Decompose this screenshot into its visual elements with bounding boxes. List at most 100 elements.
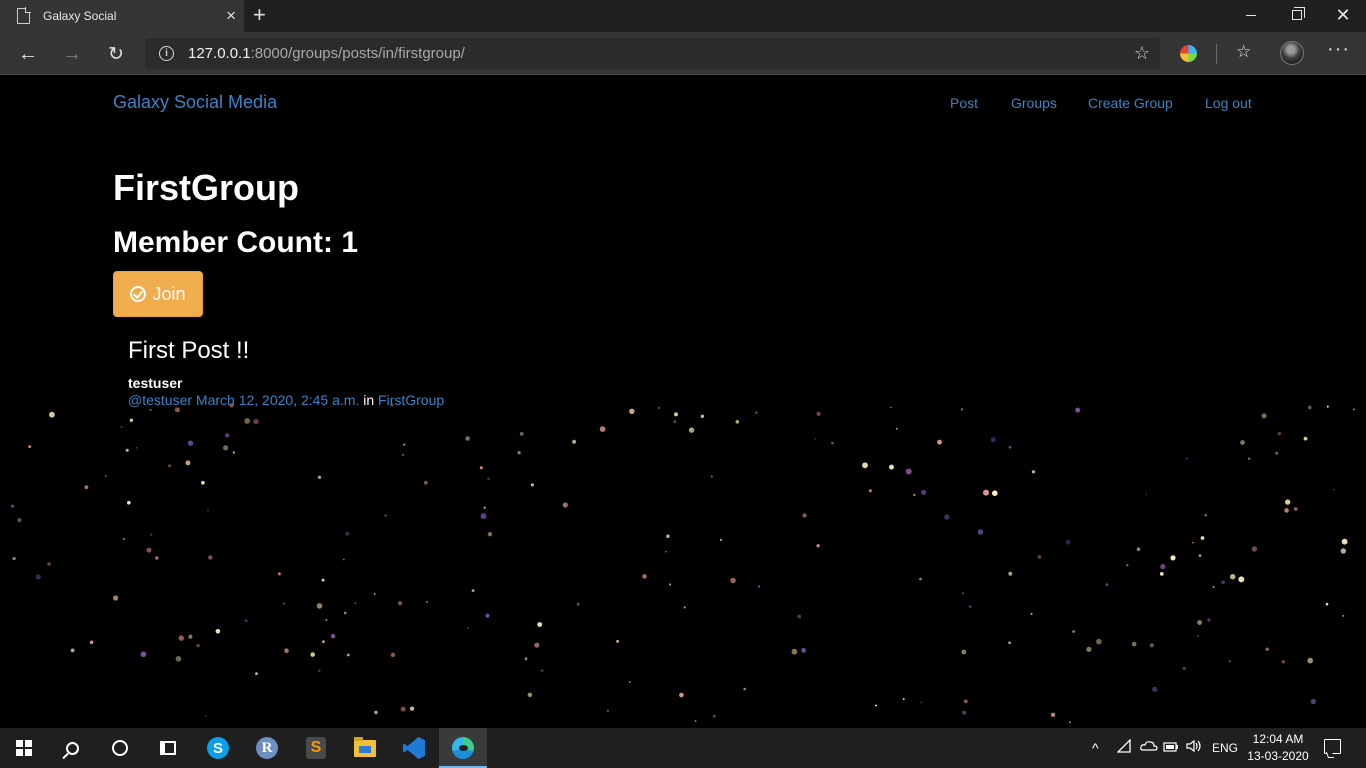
favorites-icon[interactable]: ☆	[1236, 42, 1251, 62]
star-dot	[1131, 641, 1137, 647]
star-dot	[791, 648, 798, 655]
navbar-brand-link[interactable]: Galaxy Social Media	[113, 92, 277, 113]
star-dot	[49, 411, 55, 418]
taskbar-r[interactable]: R	[243, 728, 291, 768]
post-group-link[interactable]: FirstGroup	[378, 392, 444, 408]
search-icon	[65, 741, 79, 755]
star-dot	[1182, 666, 1186, 671]
group-title: FirstGroup	[113, 167, 299, 208]
star-dot	[196, 644, 200, 648]
star-dot	[757, 585, 761, 588]
nav-link-post[interactable]: Post	[950, 95, 978, 111]
star-dot	[135, 447, 138, 449]
star-dot	[754, 411, 758, 415]
star-dot	[168, 464, 172, 468]
nav-link-groups[interactable]: Groups	[1011, 95, 1057, 111]
cortana-button[interactable]	[96, 728, 144, 768]
extension-icon[interactable]	[1180, 45, 1197, 62]
nav-link-create-group[interactable]: Create Group	[1088, 95, 1173, 111]
star-dot	[120, 425, 123, 429]
taskbar-file-explorer[interactable]	[341, 728, 389, 768]
star-dot	[35, 574, 41, 580]
star-dot	[244, 418, 251, 424]
r-app-icon: R	[256, 737, 278, 759]
star-dot	[321, 578, 325, 582]
url-host: 127.0.0.1	[188, 45, 251, 62]
star-dot	[223, 445, 229, 451]
wifi-icon[interactable]	[1116, 738, 1133, 756]
star-dot	[318, 669, 321, 672]
star-dot	[1284, 508, 1289, 513]
taskbar-sublime[interactable]: S	[292, 728, 340, 768]
star-dot	[679, 692, 684, 698]
star-dot	[712, 714, 716, 718]
post-timestamp-link[interactable]: March 12, 2020, 2:45 a.m.	[196, 392, 359, 408]
star-dot	[1050, 712, 1056, 717]
star-dot	[921, 489, 927, 495]
start-button[interactable]	[0, 728, 48, 768]
more-menu-icon[interactable]: ···	[1327, 38, 1350, 61]
tab-title: Galaxy Social	[43, 9, 117, 23]
bookmark-star-icon[interactable]: ☆	[1134, 43, 1150, 64]
post-author-handle-link[interactable]: @testuser	[128, 392, 192, 408]
star-dot	[1212, 585, 1215, 588]
star-dot	[343, 611, 347, 615]
forward-arrow-icon[interactable]: →	[58, 40, 86, 68]
action-center-icon[interactable]	[1324, 739, 1341, 754]
star-dot	[743, 687, 746, 691]
minimize-button[interactable]	[1228, 0, 1274, 30]
star-dot	[1353, 408, 1355, 411]
star-dot	[1037, 555, 1042, 559]
star-dot	[149, 408, 152, 412]
join-group-button[interactable]: Join	[113, 271, 203, 317]
star-dot	[316, 603, 323, 609]
address-bar[interactable]: i 127.0.0.1:8000/groups/posts/in/firstgr…	[145, 38, 1160, 69]
new-tab-icon[interactable]: +	[253, 2, 266, 28]
star-dot	[185, 460, 191, 466]
battery-icon[interactable]	[1163, 739, 1179, 756]
restore-button[interactable]	[1274, 0, 1320, 30]
star-dot	[1293, 507, 1298, 511]
star-dot	[1072, 630, 1075, 633]
star-dot	[572, 439, 577, 444]
star-dot	[70, 648, 75, 653]
reload-icon[interactable]: ↻	[102, 40, 130, 68]
task-view-button[interactable]	[144, 728, 192, 768]
star-dot	[962, 592, 964, 595]
star-dot	[710, 475, 713, 478]
star-dot	[1008, 641, 1011, 644]
star-dot	[606, 709, 610, 712]
star-dot	[1160, 564, 1166, 570]
search-button[interactable]	[48, 728, 96, 768]
star-dot	[576, 602, 580, 606]
onedrive-sync-icon[interactable]	[1140, 739, 1158, 756]
browser-tab[interactable]: Galaxy Social ×	[0, 0, 244, 32]
star-dot	[868, 489, 872, 493]
star-dot	[1068, 721, 1071, 724]
tray-chevron-icon[interactable]: ^	[1092, 740, 1099, 756]
star-dot	[400, 706, 406, 712]
taskbar-skype[interactable]: S	[194, 728, 242, 768]
profile-avatar[interactable]	[1280, 41, 1304, 65]
input-language-indicator[interactable]: ENG	[1212, 741, 1238, 755]
taskbar-vscode[interactable]	[390, 728, 438, 768]
star-dot	[1186, 457, 1188, 460]
window-close-button[interactable]: ✕	[1320, 0, 1366, 30]
back-arrow-icon[interactable]: ←	[14, 40, 42, 68]
star-dot	[963, 699, 968, 704]
star-dot	[140, 651, 147, 658]
taskbar-edge[interactable]	[439, 728, 487, 768]
taskbar-clock[interactable]: 12:04 AM 13-03-2020	[1246, 731, 1310, 765]
star-dot	[127, 500, 131, 505]
star-dot	[664, 550, 667, 553]
star-dot	[373, 593, 376, 595]
star-dot	[487, 532, 493, 537]
volume-icon[interactable]	[1186, 739, 1204, 756]
star-dot	[919, 577, 922, 581]
tab-close-icon[interactable]: ×	[226, 7, 236, 24]
join-button-label: Join	[152, 283, 186, 304]
url-text[interactable]: 127.0.0.1:8000/groups/posts/in/firstgrou…	[188, 45, 465, 62]
star-dot	[205, 715, 208, 718]
nav-link-log-out[interactable]: Log out	[1205, 95, 1252, 111]
site-info-icon[interactable]: i	[159, 46, 174, 61]
